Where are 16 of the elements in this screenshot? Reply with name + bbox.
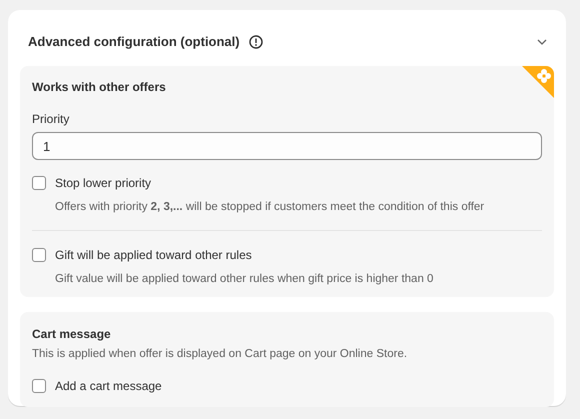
option-description: Offers with priority 2, 3,... will be stopped if customers meet the condition of this offer xyxy=(55,200,486,215)
section-title: Advanced configuration (optional) xyxy=(28,33,240,52)
checkbox-label[interactable]: Gift will be applied toward other rules xyxy=(55,246,252,264)
field-label: Priority xyxy=(32,111,70,128)
checkbox-label[interactable]: Add a cart message xyxy=(55,376,162,395)
info-icon xyxy=(248,35,263,49)
panel-title: Cart message xyxy=(32,326,112,342)
checkbox[interactable] xyxy=(32,248,46,262)
priority-input[interactable]: 1 xyxy=(32,132,542,160)
checkbox[interactable] xyxy=(32,378,46,393)
checkbox[interactable] xyxy=(32,176,46,190)
panel-title: Works with other offers xyxy=(32,79,167,96)
panel-description: This is applied when offer is displayed on Cart page on your Online Store. xyxy=(32,346,408,362)
chevron-down-icon[interactable] xyxy=(536,38,548,46)
option-description: Gift value will be applied toward other rules when gift price is higher than 0 xyxy=(55,272,434,288)
checkbox-label[interactable]: Stop lower priority xyxy=(55,174,152,192)
